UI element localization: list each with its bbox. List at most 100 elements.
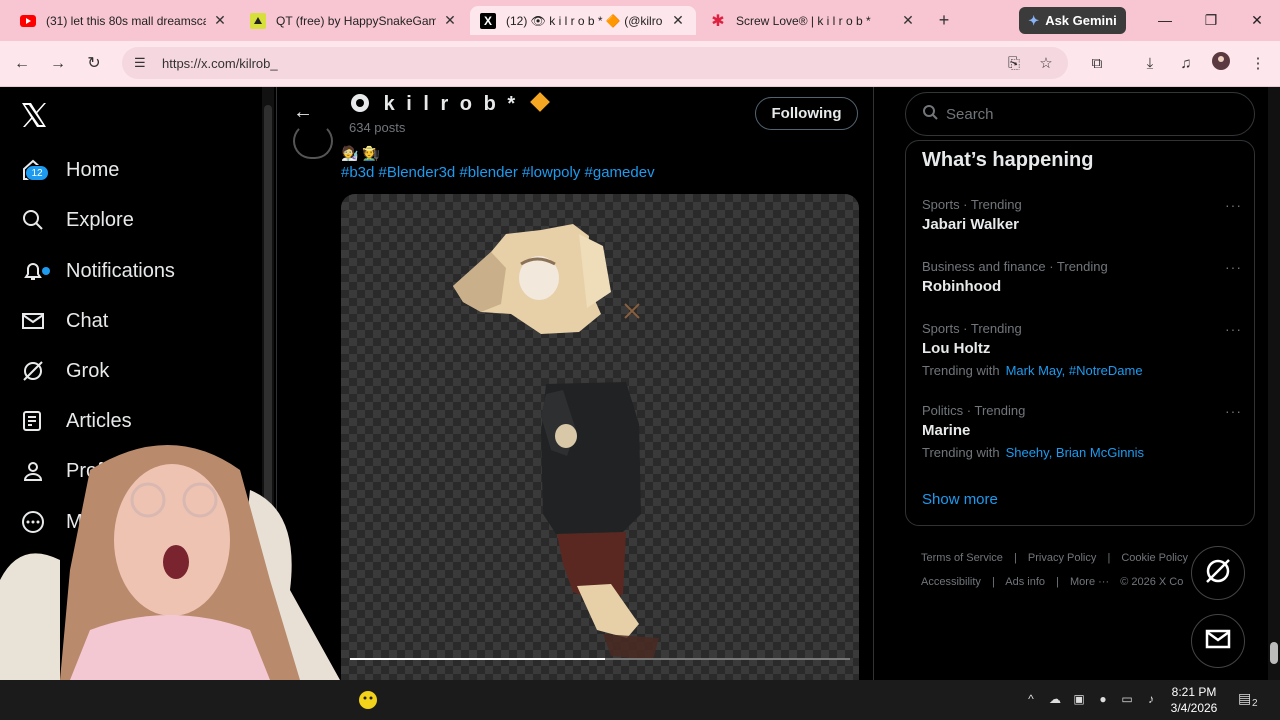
privacy-link[interactable]: Privacy Policy xyxy=(1028,552,1096,564)
profile-avatar-icon[interactable] xyxy=(1209,51,1233,77)
cookie-link[interactable]: Cookie Policy xyxy=(1121,552,1188,564)
notification-center-button[interactable]: ▤ 2 xyxy=(1238,690,1264,712)
download-icon[interactable]: ⤓ xyxy=(1138,51,1162,77)
post-video[interactable] xyxy=(341,194,859,680)
profile-timeline: ← k i l r o b * 634 posts Following 🧑‍🔬 … xyxy=(276,87,874,680)
trend-related-links[interactable]: Sheehy, Brian McGinnis xyxy=(1006,445,1145,460)
mail-icon xyxy=(20,308,46,334)
volume-icon[interactable]: ♪ xyxy=(1142,692,1160,708)
eye-icon xyxy=(351,94,369,112)
minimize-button[interactable]: — xyxy=(1150,8,1180,32)
address-bar[interactable]: ☰ https://x.com/kilrob_ xyxy=(122,47,1068,79)
notification-count: 2 xyxy=(1252,698,1258,709)
gemini-icon: ✦ xyxy=(1028,12,1040,28)
character-render-image xyxy=(453,224,659,660)
ask-gemini-button[interactable]: ✦ Ask Gemini xyxy=(1019,7,1126,34)
forward-button[interactable]: → xyxy=(45,51,71,77)
ads-info-link[interactable]: Ads info xyxy=(1005,576,1045,588)
nav-chat[interactable]: Chat xyxy=(20,301,108,341)
nav-label: Explore xyxy=(66,208,134,231)
tab-title: QT (free) by HappySnakeGam xyxy=(276,13,436,28)
trending-with-label: Trending with xyxy=(922,363,1000,378)
gemini-label: Ask Gemini xyxy=(1045,13,1117,28)
more-options-icon[interactable]: ··· xyxy=(1225,197,1242,213)
nav-label: Notifications xyxy=(66,259,175,282)
more-link[interactable]: More ··· xyxy=(1070,576,1109,588)
grok-fab-button[interactable] xyxy=(1191,546,1245,600)
grok-icon xyxy=(20,358,46,384)
taskbar-app-icon[interactable] xyxy=(356,688,380,712)
trend-item[interactable]: Sports · Trending Lou Holtz Trending wit… xyxy=(922,321,1242,378)
cloud-icon[interactable]: ☁ xyxy=(1046,692,1064,708)
trend-meta: Sports · Trending xyxy=(922,321,1022,336)
chat-bubble-icon: ▤ xyxy=(1238,690,1252,706)
extensions-icon[interactable]: ⧉ xyxy=(1085,51,1109,77)
close-icon[interactable]: ✕ xyxy=(442,12,458,29)
site-settings-icon[interactable]: ☰ xyxy=(134,55,150,71)
url-text: https://x.com/kilrob_ xyxy=(162,55,278,71)
x-logo-icon[interactable] xyxy=(20,101,48,137)
page-scrollbar[interactable] xyxy=(1268,87,1280,680)
microphone-icon[interactable]: ● xyxy=(1094,692,1112,708)
search-input[interactable]: Search xyxy=(905,92,1255,136)
more-options-icon[interactable]: ··· xyxy=(1225,259,1242,275)
back-button[interactable]: ← xyxy=(9,51,35,77)
following-button[interactable]: Following xyxy=(755,97,858,130)
trend-context: Trending with Mark May, #NotreDame xyxy=(922,363,1242,378)
trend-name: Marine xyxy=(922,422,971,439)
menu-icon[interactable]: ⋮ xyxy=(1246,51,1270,77)
tab-title: (31) let this 80s mall dreamsca xyxy=(46,13,206,28)
panel-title: What’s happening xyxy=(922,149,1094,171)
trend-related-links[interactable]: Mark May, #NotreDame xyxy=(1006,363,1143,378)
itch-icon xyxy=(250,12,266,29)
install-app-icon[interactable]: ⎘ xyxy=(1002,51,1026,77)
profile-name: k i l r o b * xyxy=(351,92,550,116)
chevron-up-icon[interactable]: ^ xyxy=(1022,692,1040,708)
nav-grok[interactable]: Grok xyxy=(20,351,109,391)
trend-name: Jabari Walker xyxy=(922,216,1019,233)
avatar[interactable] xyxy=(293,123,333,159)
close-icon[interactable]: ✕ xyxy=(670,12,686,29)
tab-itch[interactable]: QT (free) by HappySnakeGam ✕ xyxy=(240,6,468,35)
restore-button[interactable]: ❐ xyxy=(1196,8,1226,32)
trend-item[interactable]: Sports · Trending Jabari Walker ··· xyxy=(922,197,1242,233)
webcam-person-image xyxy=(0,445,340,680)
tab-x-profile[interactable]: X (12) 👁 k i l r o b * 🔶 (@kilro ✕ xyxy=(470,6,696,35)
tab-youtube[interactable]: (31) let this 80s mall dreamsca ✕ xyxy=(10,6,238,35)
more-options-icon[interactable]: ··· xyxy=(1225,403,1242,419)
x-icon: X xyxy=(480,12,496,29)
close-icon[interactable]: ✕ xyxy=(212,12,228,29)
new-tab-button[interactable]: + xyxy=(933,9,955,31)
webcam-overlay xyxy=(0,430,340,680)
terms-link[interactable]: Terms of Service xyxy=(921,552,1003,564)
network-icon[interactable]: ▭ xyxy=(1118,692,1136,708)
post-hashtags[interactable]: #b3d #Blender3d #blender #lowpoly #gamed… xyxy=(341,164,655,181)
whats-happening-panel: What’s happening Sports · Trending Jabar… xyxy=(905,140,1255,526)
star-icon: ✱ xyxy=(711,12,725,30)
youtube-icon xyxy=(20,13,36,29)
bookmark-star-icon[interactable]: ☆ xyxy=(1034,51,1058,77)
messages-fab-button[interactable] xyxy=(1191,614,1245,668)
device-icon[interactable]: ▣ xyxy=(1070,692,1088,708)
show-more-link[interactable]: Show more xyxy=(922,491,998,508)
trend-meta: Sports · Trending xyxy=(922,197,1022,212)
tab-title: Screw Love® | k i l r o b * xyxy=(736,13,871,28)
close-window-button[interactable]: ✕ xyxy=(1242,8,1272,32)
orange-diamond-icon xyxy=(529,92,550,112)
accessibility-link[interactable]: Accessibility xyxy=(921,576,981,588)
scrollbar-thumb[interactable] xyxy=(1270,642,1278,664)
more-options-icon[interactable]: ··· xyxy=(1225,321,1242,337)
trend-item[interactable]: Politics · Trending Marine Trending with… xyxy=(922,403,1242,460)
system-clock[interactable]: 8:21 PM 3/4/2026 xyxy=(1164,684,1224,716)
tab-title: (12) 👁 k i l r o b * 🔶 (@kilro xyxy=(506,13,663,28)
back-arrow-icon[interactable]: ← xyxy=(293,101,313,124)
video-progress-bar[interactable] xyxy=(350,658,850,660)
search-placeholder: Search xyxy=(946,105,994,123)
tab-screw-love[interactable]: ✱ Screw Love® | k i l r o b * ✕ xyxy=(700,6,926,35)
media-control-icon[interactable]: ♫ xyxy=(1174,51,1198,77)
trend-name: Lou Holtz xyxy=(922,340,991,357)
trend-item[interactable]: Business and finance · Trending Robinhoo… xyxy=(922,259,1242,295)
close-icon[interactable]: ✕ xyxy=(900,12,916,29)
reload-button[interactable]: ↻ xyxy=(81,51,107,77)
nav-explore[interactable]: Explore xyxy=(20,200,134,240)
